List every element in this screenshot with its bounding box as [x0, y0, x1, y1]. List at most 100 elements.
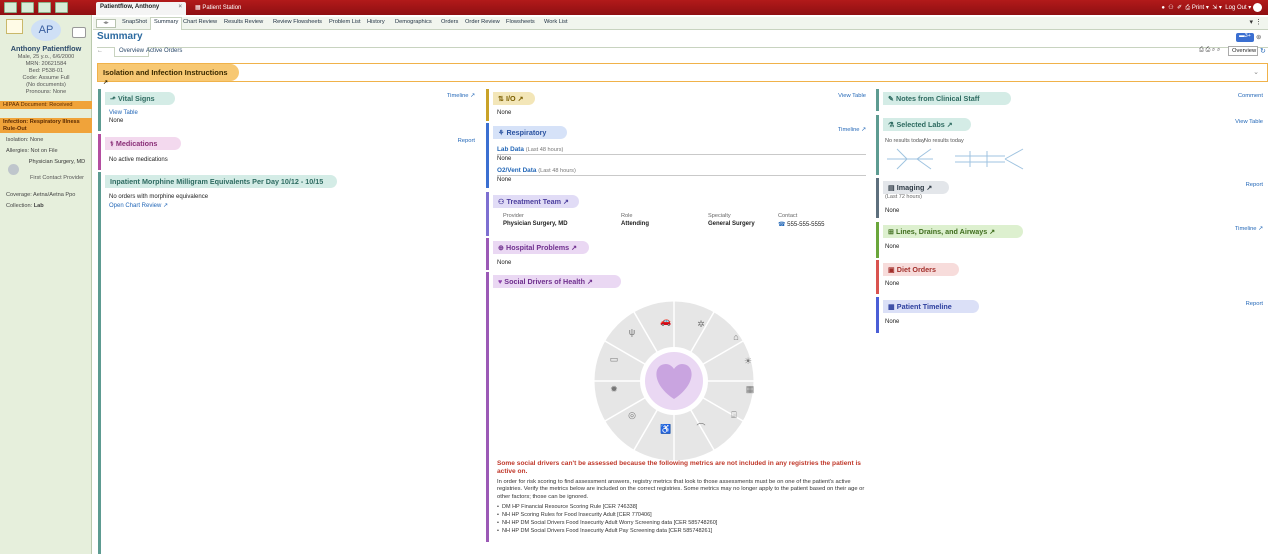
patient-list-icon[interactable]: [21, 2, 34, 13]
patient-timeline-title[interactable]: ▦ Patient Timeline: [883, 300, 979, 313]
diet-orders-title[interactable]: ▣ Diet Orders: [883, 263, 959, 276]
refresh-icon[interactable]: ↻: [1260, 47, 1266, 55]
schedule-icon[interactable]: [38, 2, 51, 13]
notifications-badge[interactable]: ▬3+: [1236, 33, 1254, 42]
allergies-status[interactable]: Allergies: Not on File: [6, 148, 58, 154]
print-icon[interactable]: ⎙: [1185, 5, 1190, 11]
patient-name[interactable]: Anthony Patientflow: [0, 44, 92, 53]
hipaa-badge[interactable]: HIPAA Document: Received: [0, 101, 92, 109]
in-basket-icon[interactable]: [55, 2, 68, 13]
vent-data-heading[interactable]: O2/Vent Data (Last 48 hours): [497, 167, 576, 174]
tab-review-flowsheets[interactable]: Review Flowsheets: [273, 19, 322, 25]
infection-badge[interactable]: Infection: Respiratory Illness Rule-Out: [0, 118, 92, 133]
vital-signs-label: Vital Signs: [118, 94, 155, 103]
isolation-banner[interactable]: Isolation and Infection Instructions ↗ ⌄: [97, 63, 1268, 86]
page-title: Summary: [97, 31, 143, 42]
code-documents: (No documents): [26, 82, 66, 88]
vitals-timeline-link[interactable]: Timeline ↗: [447, 93, 475, 99]
print-report-icon[interactable]: ⎙ ⎙ ⌕ ⌕: [1199, 47, 1220, 54]
vital-signs-title[interactable]: ⬏ Vital Signs: [105, 92, 175, 105]
patient-station-tab[interactable]: ▦ Patient Station: [191, 2, 245, 15]
labs-view-table-link[interactable]: View Table: [1235, 119, 1263, 125]
subtab-active-orders[interactable]: Active Orders: [146, 48, 182, 54]
team-phone: 555-555-5555: [787, 222, 825, 228]
metric-item-4: • NH HP DM Social Drivers Food Insecurit…: [497, 528, 713, 534]
notes-title[interactable]: ✎ Notes from Clinical Staff: [883, 92, 1011, 105]
io-card: ⇅ I/O ↗ View Table None: [486, 89, 871, 121]
lab-data-heading[interactable]: Lab Data (Last 48 hours): [497, 146, 563, 153]
logout-button[interactable]: Log Out: [1225, 5, 1246, 11]
tab-flowsheets[interactable]: Flowsheets: [506, 19, 535, 25]
isolation-status[interactable]: Isolation: None: [6, 137, 43, 143]
hospital-problems-title[interactable]: ⊕ Hospital Problems ↗: [493, 241, 589, 254]
code-status[interactable]: Code: Assume Full: [0, 75, 92, 81]
sticky-note-icon[interactable]: [6, 19, 23, 34]
expand-chevron-icon[interactable]: ⌄: [1253, 68, 1259, 76]
coverage-info[interactable]: Coverage: Aetna/Aetna Ppo: [6, 192, 75, 198]
collapse-icon[interactable]: ←: [97, 48, 103, 54]
help-icon[interactable]: ⊛: [1256, 33, 1261, 41]
tab-orders[interactable]: Orders: [441, 19, 458, 25]
heart-icon: ♥: [498, 277, 503, 286]
treatment-team-label: Treatment Team: [506, 197, 562, 206]
print-button[interactable]: Print: [1192, 5, 1204, 11]
tab-summary[interactable]: Summary: [150, 17, 183, 30]
morphine-title[interactable]: Inpatient Morphine Milligram Equivalents…: [105, 175, 337, 188]
team-provider-name[interactable]: Physician Surgery, MD: [503, 221, 568, 227]
respiratory-timeline-link[interactable]: Timeline ↗: [838, 127, 866, 133]
report-search-input[interactable]: Overview: [1228, 46, 1258, 56]
utensils-icon: ψ: [628, 327, 636, 337]
tab-results-review[interactable]: Results Review: [224, 19, 263, 25]
lda-title[interactable]: ⊞ Lines, Drains, and Airways ↗: [883, 225, 1023, 238]
lda-timeline-link[interactable]: Timeline ↗: [1235, 226, 1263, 232]
respiratory-title[interactable]: ⚘ Respiratory: [493, 126, 567, 139]
io-value: None: [497, 110, 512, 116]
tabs-menu-icon[interactable]: ▾ ⋮: [1250, 18, 1262, 26]
vitals-view-table-link[interactable]: View Table: [109, 110, 138, 116]
provider-name[interactable]: Physician Surgery, MD: [26, 159, 88, 166]
hospital-chart-icon[interactable]: [4, 2, 17, 13]
tab-chart-review[interactable]: Chart Review: [183, 19, 217, 25]
patient-timeline-report-link[interactable]: Report: [1246, 301, 1263, 307]
subtab-overview[interactable]: Overview: [114, 47, 150, 57]
medications-card: ⚕ Medications Report No active medicatio…: [98, 134, 480, 170]
open-chart-review-label: Open Chart Review: [109, 203, 162, 209]
io-title[interactable]: ⇅ I/O ↗: [493, 92, 535, 105]
tools-icon[interactable]: ✐: [1177, 5, 1182, 11]
medications-report-link[interactable]: Report: [458, 138, 475, 144]
imaging-report-link[interactable]: Report: [1246, 182, 1263, 188]
tab-order-review[interactable]: Order Review: [465, 19, 500, 25]
hospital-problems-label: Hospital Problems: [506, 243, 570, 252]
imaging-title[interactable]: ▤ Imaging ↗: [883, 181, 949, 194]
patient-avatar[interactable]: AP: [31, 19, 61, 41]
close-tab-icon[interactable]: ×: [178, 4, 182, 10]
camera-icon[interactable]: [72, 27, 86, 38]
medications-title[interactable]: ⚕ Medications: [105, 137, 181, 150]
metric-item-3-text: NH HP DM Social Drivers Food Insecurity …: [501, 520, 718, 526]
respiratory-label: Respiratory: [506, 128, 547, 137]
back-forward-icon[interactable]: ◂▸: [96, 19, 116, 28]
tab-work-list[interactable]: Work List: [544, 19, 568, 25]
respiratory-timeline-label: Timeline: [837, 127, 860, 133]
user-avatar[interactable]: [1253, 3, 1262, 12]
patient-workspace-tab[interactable]: Patientflow, Anthony ×: [96, 2, 186, 15]
selected-labs-title[interactable]: ⚗ Selected Labs ↗: [883, 118, 971, 131]
tab-problem-list[interactable]: Problem List: [329, 19, 361, 25]
exit-icon[interactable]: ⇲: [1212, 5, 1217, 11]
lab-data-divider: [497, 154, 866, 155]
open-chart-review-link[interactable]: Open Chart Review ↗: [109, 202, 168, 209]
notes-icon: ✎: [888, 94, 895, 103]
secure-chat-icon[interactable]: ⚇: [1168, 5, 1173, 11]
sdoh-explanation: In order for risk scoring to find assess…: [497, 479, 865, 500]
patient-demographics: Male, 25 y.o., 6/6/2000: [17, 54, 75, 60]
status-dot-icon[interactable]: ●: [1161, 5, 1165, 11]
sdoh-title[interactable]: ♥ Social Drivers of Health ↗: [493, 275, 621, 288]
tab-snapshot[interactable]: SnapShot: [122, 19, 147, 25]
io-view-table-link[interactable]: View Table: [838, 93, 866, 99]
notes-comment-link[interactable]: Comment: [1238, 93, 1263, 99]
tab-history[interactable]: History: [367, 19, 385, 25]
team-contact[interactable]: ☎ 555-555-5555: [778, 221, 825, 228]
patient-mrn: MRN: 20621584: [25, 61, 67, 67]
tab-demographics[interactable]: Demographics: [395, 19, 432, 25]
treatment-team-title[interactable]: ⚇ Treatment Team ↗: [493, 195, 579, 208]
